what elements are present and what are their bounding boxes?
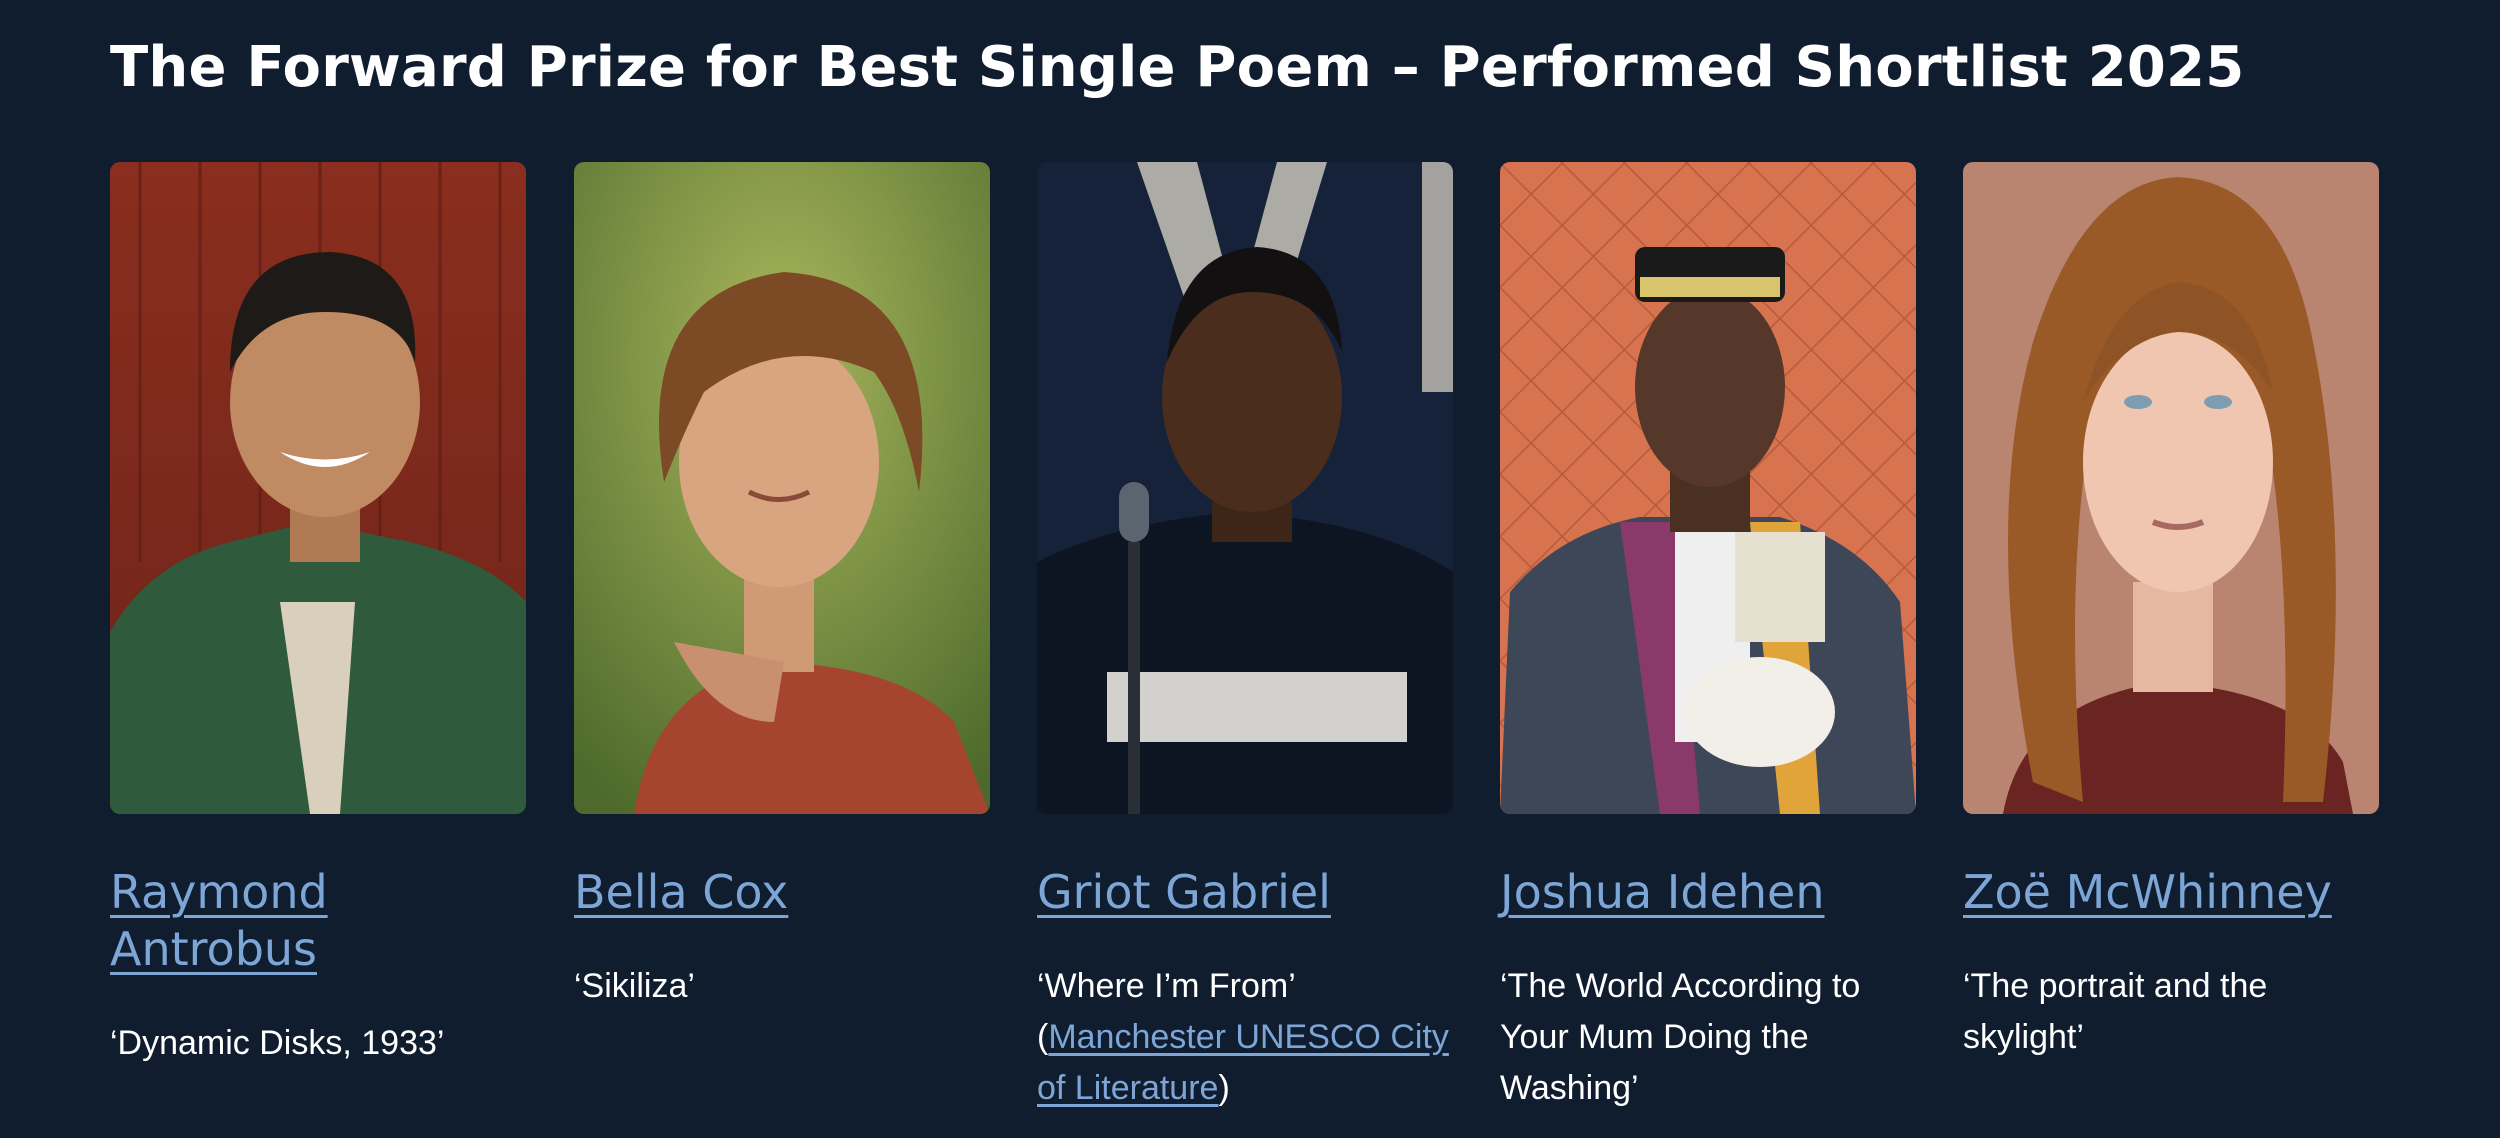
- shortlist-card-griot-gabriel: Griot Gabriel ‘Where I’m From’ (Manchest…: [1037, 162, 1453, 1114]
- poet-name-line2: Antrobus: [110, 922, 318, 976]
- portrait-photo: [110, 162, 526, 814]
- manchester-unesco-link[interactable]: Manchester UNESCO City of Literature: [1037, 1018, 1449, 1107]
- poem-title: ‘Where I’m From’: [1037, 967, 1296, 1005]
- portrait-bella-cox-image: [574, 162, 990, 814]
- poet-name-link[interactable]: Raymond Antrobus: [110, 864, 526, 978]
- poet-name-link[interactable]: Griot Gabriel: [1037, 864, 1453, 921]
- close-paren: ): [1218, 1069, 1230, 1107]
- shortlist-card-raymond-antrobus: Raymond Antrobus ‘Dynamic Disks, 1933’: [110, 162, 526, 1069]
- poem-title: ‘The World According to Your Mum Doing t…: [1500, 967, 1861, 1107]
- poem-title-block: ‘Where I’m From’ (Manchester UNESCO City…: [1037, 961, 1453, 1114]
- open-paren: (: [1037, 1018, 1049, 1056]
- shortlist-card-bella-cox: Bella Cox ‘Sikiliza’: [574, 162, 990, 1012]
- poet-name-line1: Raymond: [110, 865, 328, 919]
- portrait-zoe-mcwhinney-image: [1963, 162, 2379, 814]
- shortlist-card-joshua-idehen: Joshua Idehen ‘The World According to Yo…: [1500, 162, 1916, 1114]
- poem-title: ‘Sikiliza’: [574, 967, 695, 1005]
- portrait-raymond-antrobus-image: [110, 162, 526, 814]
- portrait-photo: [1963, 162, 2379, 814]
- poet-name-link[interactable]: Joshua Idehen: [1500, 864, 1916, 921]
- page-title: The Forward Prize for Best Single Poem –…: [110, 35, 2245, 100]
- portrait-griot-gabriel-image: [1037, 162, 1453, 814]
- poet-name-link[interactable]: Zoë McWhinney: [1963, 864, 2379, 921]
- poem-title: ‘Dynamic Disks, 1933’: [110, 1024, 445, 1062]
- portrait-photo: [574, 162, 990, 814]
- portrait-joshua-idehen-image: [1500, 162, 1916, 814]
- poet-name-link[interactable]: Bella Cox: [574, 864, 990, 921]
- poem-title: ‘The portrait and the skylight’: [1963, 967, 2268, 1056]
- shortlist-card-zoe-mcwhinney: Zoë McWhinney ‘The portrait and the skyl…: [1963, 162, 2379, 1063]
- portrait-photo: [1037, 162, 1453, 814]
- portrait-photo: [1500, 162, 1916, 814]
